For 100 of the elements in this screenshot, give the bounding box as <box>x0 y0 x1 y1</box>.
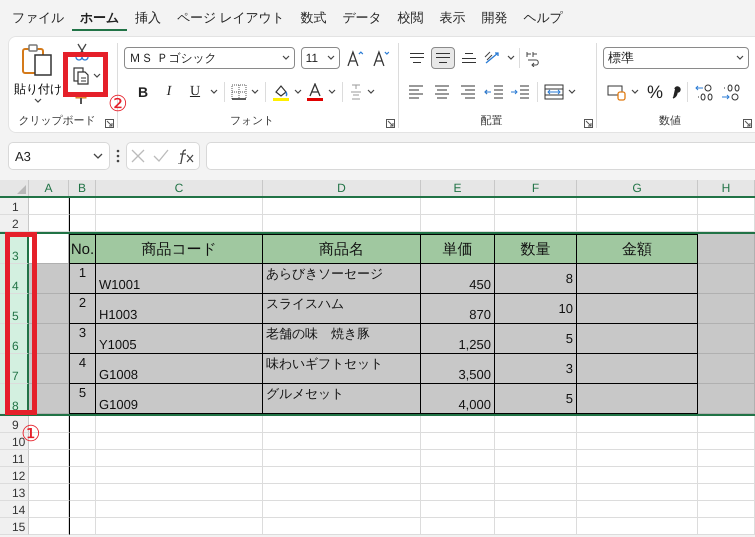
column-header[interactable]: C <box>96 180 263 196</box>
align-middle-button[interactable] <box>431 47 455 69</box>
column-heading-cell[interactable]: 単価 <box>421 234 495 264</box>
font-name-dropdown[interactable]: ＭＳ Ｐゴシック <box>124 47 295 69</box>
table-cell[interactable]: W1001 <box>96 264 263 294</box>
caret-icon[interactable] <box>294 89 302 95</box>
table-cell[interactable]: Y1005 <box>96 324 263 354</box>
dialog-launcher-icon[interactable] <box>105 119 114 128</box>
dialog-launcher-icon[interactable] <box>743 119 752 128</box>
ribbon-tab[interactable]: ホーム <box>72 5 127 31</box>
table-cell[interactable] <box>577 324 698 354</box>
table-cell[interactable]: 3 <box>495 354 577 384</box>
column-heading-cell[interactable]: 数量 <box>495 234 577 264</box>
table-cell[interactable] <box>577 264 698 294</box>
table-cell[interactable]: 1,250 <box>421 324 495 354</box>
table-cell[interactable] <box>698 354 755 384</box>
column-header[interactable]: H <box>698 180 755 196</box>
row-header[interactable]: 1 <box>0 198 29 215</box>
font-shrink-icon[interactable] <box>372 49 392 67</box>
row-header[interactable]: 15 <box>0 518 29 535</box>
ribbon-tab[interactable]: 数式 <box>292 5 335 31</box>
caret-icon[interactable] <box>631 89 639 95</box>
table-cell[interactable] <box>698 324 755 354</box>
paste-button[interactable]: 貼り付け <box>14 81 62 98</box>
column-header[interactable]: A <box>29 180 69 196</box>
ribbon-tab[interactable]: ヘルプ <box>516 5 571 31</box>
column-heading-cell[interactable]: 金額 <box>577 234 698 264</box>
decrease-decimal-icon[interactable] <box>720 83 742 101</box>
ribbon-tab[interactable]: データ <box>334 5 390 31</box>
row-header[interactable]: 2 <box>0 215 29 232</box>
underline-button[interactable]: U <box>184 81 206 103</box>
caret-icon[interactable] <box>367 89 375 95</box>
ribbon-tab[interactable]: ファイル <box>4 5 72 31</box>
table-cell[interactable]: あらびきソーセージ <box>263 264 421 294</box>
row-header[interactable]: 11 <box>0 450 29 467</box>
table-cell[interactable] <box>698 234 755 264</box>
checkmark-icon[interactable] <box>153 149 169 163</box>
caret-icon[interactable] <box>568 89 576 95</box>
ribbon-tab[interactable]: 表示 <box>432 5 474 31</box>
font-size-dropdown[interactable]: 11 <box>300 47 340 69</box>
column-heading-cell[interactable]: No. <box>69 234 96 264</box>
column-header[interactable]: B <box>69 180 96 196</box>
table-cell[interactable] <box>577 384 698 414</box>
ribbon-tab[interactable]: ページ レイアウト <box>169 5 293 31</box>
scissors-icon[interactable] <box>73 43 91 61</box>
number-format-dropdown[interactable]: 標準 <box>603 47 749 69</box>
bold-button[interactable]: B <box>132 81 154 103</box>
table-cell[interactable]: 2 <box>69 294 96 324</box>
table-cell[interactable]: 10 <box>495 294 577 324</box>
column-header[interactable]: E <box>421 180 495 196</box>
vertical-dots-icon[interactable] <box>116 149 120 163</box>
table-cell[interactable] <box>698 384 755 414</box>
currency-format-icon[interactable] <box>607 83 627 101</box>
table-cell[interactable] <box>577 354 698 384</box>
table-cell[interactable]: G1009 <box>96 384 263 414</box>
clipboard-icon[interactable] <box>21 43 55 77</box>
name-box[interactable]: A3 <box>8 142 110 170</box>
border-icon[interactable] <box>231 84 247 100</box>
percent-button[interactable]: % <box>643 82 668 102</box>
table-cell[interactable] <box>698 264 755 294</box>
row-header[interactable]: 14 <box>0 501 29 518</box>
caret-icon[interactable] <box>34 98 42 104</box>
table-cell[interactable]: 1 <box>69 264 96 294</box>
table-cell[interactable]: 4,000 <box>421 384 495 414</box>
table-cell[interactable]: スライスハム <box>263 294 421 324</box>
column-header[interactable]: F <box>495 180 577 196</box>
column-heading-cell[interactable]: 商品名 <box>263 234 421 264</box>
function-icon[interactable] <box>177 148 195 164</box>
table-cell[interactable]: 5 <box>495 384 577 414</box>
table-cell[interactable]: 5 <box>69 384 96 414</box>
row-header[interactable]: 13 <box>0 484 29 501</box>
table-cell[interactable]: G1008 <box>96 354 263 384</box>
table-cell[interactable]: 450 <box>421 264 495 294</box>
caret-icon[interactable] <box>328 89 336 95</box>
ribbon-tab[interactable]: 挿入 <box>127 5 169 31</box>
column-header[interactable]: G <box>577 180 698 196</box>
copy-button[interactable] <box>73 67 101 85</box>
caret-icon[interactable] <box>210 89 218 95</box>
dialog-launcher-icon[interactable] <box>584 119 593 128</box>
table-cell[interactable]: 3 <box>69 324 96 354</box>
italic-button[interactable]: I <box>158 81 180 103</box>
fill-bucket-icon[interactable] <box>272 83 290 101</box>
table-cell[interactable]: 5 <box>495 324 577 354</box>
caret-icon[interactable] <box>507 55 515 61</box>
table-cell[interactable]: H1003 <box>96 294 263 324</box>
merge-cells-icon[interactable] <box>544 83 564 101</box>
table-cell[interactable]: 4 <box>69 354 96 384</box>
cancel-icon[interactable] <box>131 149 145 163</box>
ribbon-tab[interactable]: 開発 <box>474 5 516 31</box>
row-header[interactable]: 12 <box>0 467 29 484</box>
table-cell[interactable] <box>698 294 755 324</box>
table-cell[interactable]: 8 <box>495 264 577 294</box>
table-cell[interactable]: 870 <box>421 294 495 324</box>
table-cell[interactable] <box>577 294 698 324</box>
table-cell[interactable]: 老舗の味 焼き豚 <box>263 324 421 354</box>
table-cell[interactable]: 3,500 <box>421 354 495 384</box>
caret-icon[interactable] <box>251 89 259 95</box>
ribbon-tab[interactable]: 校閲 <box>390 5 432 31</box>
column-heading-cell[interactable]: 商品コード <box>96 234 263 264</box>
table-cell[interactable]: 味わいギフトセット <box>263 354 421 384</box>
